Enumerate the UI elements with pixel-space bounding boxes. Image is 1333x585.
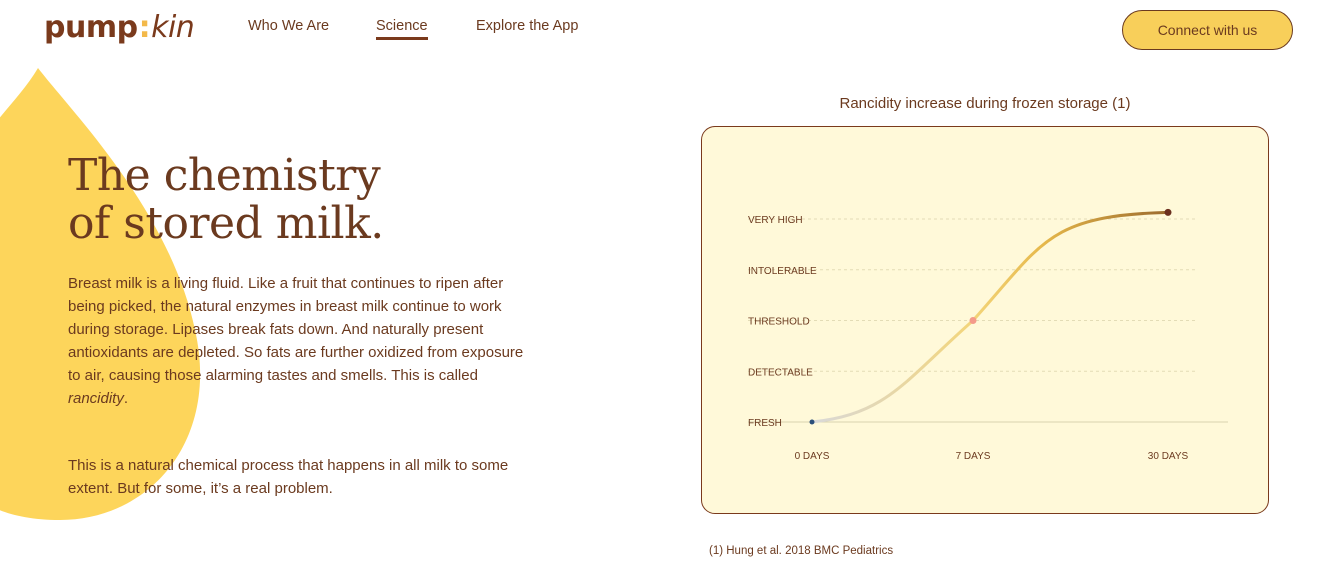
x-tick-label: 0 DAYS: [795, 451, 830, 462]
x-tick-label: 7 DAYS: [956, 451, 991, 462]
y-tick-label: VERY HIGH: [748, 215, 803, 226]
page-heading: The chemistry of stored milk.: [68, 152, 384, 248]
y-tick-label: DETECTABLE: [748, 367, 813, 378]
chart-title: Rancidity increase during frozen storage…: [839, 95, 1131, 112]
data-point: [1164, 208, 1172, 216]
data-point: [809, 419, 815, 425]
logo-text-pump: pump: [44, 10, 138, 45]
x-tick-label: 30 DAYS: [1148, 451, 1189, 462]
y-tick-label: THRESHOLD: [748, 317, 810, 328]
y-tick-label: INTOLERABLE: [748, 266, 817, 277]
heading-line-1: The chemistry: [68, 150, 381, 201]
logo-text-kin: kin: [151, 10, 195, 45]
pumpkin-logo[interactable]: pump:kin: [44, 10, 195, 45]
intro-paragraph: Breast milk is a living fluid. Like a fr…: [68, 272, 528, 410]
intro-text: Breast milk is a living fluid. Like a fr…: [68, 275, 524, 384]
y-tick-label: FRESH: [748, 418, 782, 429]
nav-who-we-are[interactable]: Who We Are: [248, 18, 329, 34]
chart-svg: FRESH DETECTABLE THRESHOLD INTOLERABLE VERY …: [748, 208, 1228, 462]
nav-explore-app[interactable]: Explore the App: [476, 18, 578, 34]
heading-line-2: of stored milk.: [68, 198, 384, 249]
series-line: [810, 210, 1170, 424]
process-paragraph: This is a natural chemical process that …: [68, 457, 509, 497]
intro-period: .: [123, 390, 129, 407]
nav-science[interactable]: Science: [376, 18, 428, 40]
footnote: (1) Hung et al. 2018 BMC Pediatrics: [709, 545, 894, 557]
data-point: [969, 317, 977, 324]
rancidity-term: rancidity: [68, 390, 124, 407]
logo-colon: :: [138, 10, 151, 45]
rancidity-chart: FRESH DETECTABLE THRESHOLD INTOLERABLE VERY …: [701, 126, 1269, 514]
connect-button[interactable]: Connect with us: [1122, 10, 1293, 50]
